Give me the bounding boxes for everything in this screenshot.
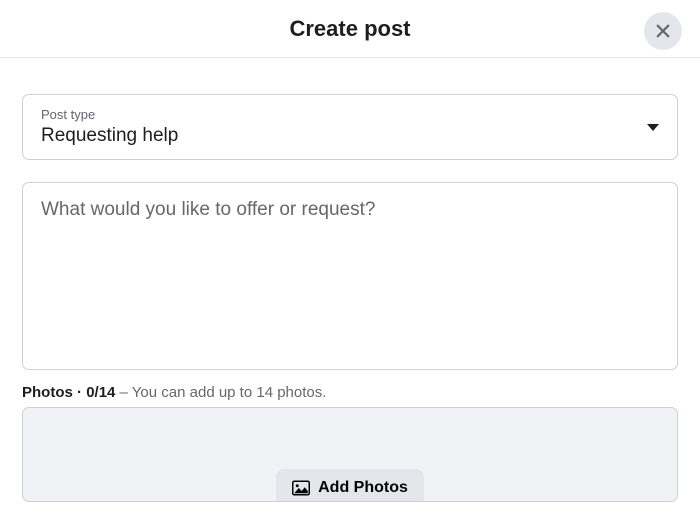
post-type-label: Post type [41, 107, 178, 122]
photo-upload-area[interactable]: Add Photos [22, 407, 678, 502]
caret-down-icon [647, 124, 659, 131]
post-type-value: Requesting help [41, 125, 178, 147]
photos-info: Photos · 0/14 – You can add up to 14 pho… [22, 384, 678, 401]
content-area: Post type Requesting help Photos · 0/14 … [0, 94, 700, 502]
post-body-textarea[interactable] [41, 199, 659, 353]
photo-icon [292, 480, 310, 496]
photos-sep: · [73, 384, 86, 401]
photos-count: 0/14 [86, 384, 115, 401]
post-type-text: Post type Requesting help [41, 107, 178, 147]
post-type-dropdown[interactable]: Post type Requesting help [22, 94, 678, 160]
close-button[interactable] [644, 12, 682, 50]
post-body-field[interactable] [22, 182, 678, 370]
add-photos-label: Add Photos [318, 479, 408, 497]
page-title: Create post [289, 16, 410, 42]
photos-hint: – You can add up to 14 photos. [115, 384, 326, 401]
add-photos-button[interactable]: Add Photos [276, 469, 424, 502]
close-icon [654, 22, 672, 40]
modal-header: Create post [0, 0, 700, 58]
photos-label: Photos [22, 384, 73, 401]
